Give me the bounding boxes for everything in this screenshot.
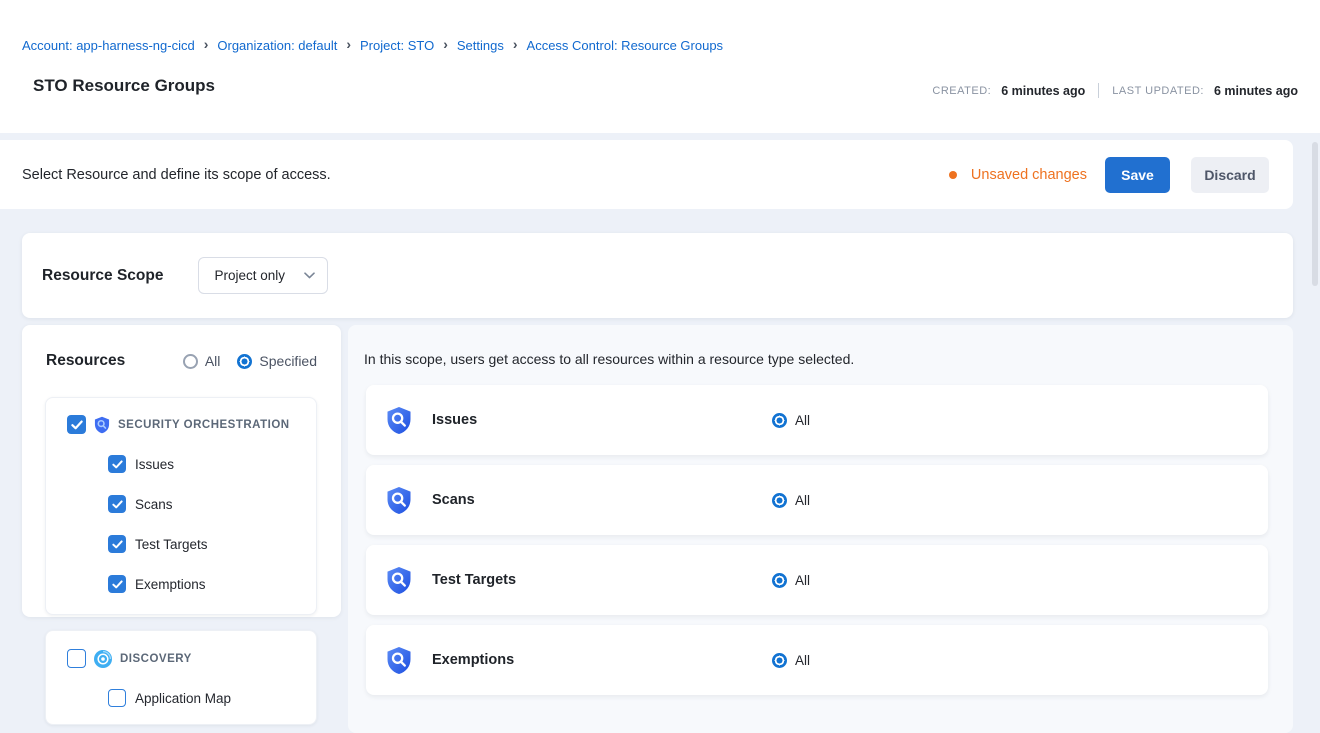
radio-specified-icon[interactable] — [237, 354, 252, 369]
security-orchestration-label: SECURITY ORCHESTRATION — [118, 419, 290, 431]
page-header: Account: app-harness-ng-cicd › Organizat… — [0, 0, 1320, 133]
security-orchestration-checkbox[interactable] — [67, 415, 86, 434]
chevron-right-icon: › — [513, 36, 518, 52]
resource-scope-card: Resource Scope Project only — [22, 233, 1293, 318]
access-card-scans: Scans All — [366, 465, 1268, 535]
last-updated-value: 6 minutes ago — [1214, 84, 1298, 98]
resource-group-security-orchestration: SECURITY ORCHESTRATION Issues Scans Test… — [45, 397, 317, 615]
chevron-right-icon: › — [443, 36, 448, 52]
access-card-exemptions: Exemptions All — [366, 625, 1268, 695]
radio-selected-icon[interactable] — [772, 573, 787, 588]
resource-scope-selected-value: Project only — [214, 268, 285, 283]
issues-label: Issues — [135, 457, 174, 472]
resources-mode-radio-group: All Specified — [183, 353, 317, 369]
scans-checkbox[interactable] — [108, 495, 126, 513]
resource-group-discovery: DISCOVERY Application Map — [45, 630, 317, 725]
created-label: CREATED: — [932, 85, 991, 97]
access-card-test-targets: Test Targets All — [366, 545, 1268, 615]
resource-scope-label: Resource Scope — [42, 267, 163, 285]
breadcrumb-access-control[interactable]: Access Control: Resource Groups — [527, 38, 724, 53]
breadcrumb-organization[interactable]: Organization: default — [217, 38, 337, 53]
access-panel: In this scope, users get access to all r… — [348, 325, 1293, 733]
application-map-label: Application Map — [135, 691, 231, 706]
shield-search-icon — [386, 486, 412, 515]
access-card-label: Issues — [432, 412, 477, 428]
access-all-label: All — [795, 573, 810, 588]
access-card-label: Test Targets — [432, 572, 516, 588]
access-panel-description: In this scope, users get access to all r… — [364, 351, 854, 367]
discovery-label: DISCOVERY — [120, 653, 192, 665]
application-map-checkbox[interactable] — [108, 689, 126, 707]
radio-selected-icon[interactable] — [772, 493, 787, 508]
resource-item-issues: Issues — [108, 455, 174, 473]
vertical-scrollbar[interactable] — [1312, 142, 1318, 286]
unsaved-changes-status: Unsaved changes — [971, 167, 1087, 183]
test-targets-label: Test Targets — [135, 537, 208, 552]
access-card-issues: Issues All — [366, 385, 1268, 455]
resource-item-application-map: Application Map — [108, 689, 231, 707]
breadcrumb-settings[interactable]: Settings — [457, 38, 504, 53]
chevron-right-icon: › — [346, 36, 351, 52]
created-value: 6 minutes ago — [1001, 84, 1085, 98]
scans-label: Scans — [135, 497, 173, 512]
last-updated-label: LAST UPDATED: — [1112, 85, 1204, 97]
unsaved-dot-icon — [949, 171, 957, 179]
radio-selected-icon[interactable] — [772, 413, 787, 428]
action-bar: Select Resource and define its scope of … — [0, 140, 1293, 209]
action-bar-description: Select Resource and define its scope of … — [22, 167, 331, 183]
exemptions-label: Exemptions — [135, 577, 206, 592]
access-card-label: Scans — [432, 492, 475, 508]
radar-icon — [94, 650, 112, 668]
access-radio-all[interactable]: All — [772, 573, 810, 588]
breadcrumb: Account: app-harness-ng-cicd › Organizat… — [22, 37, 723, 53]
resource-item-scans: Scans — [108, 495, 173, 513]
resources-panel: Resources All Specified — [22, 325, 341, 617]
discovery-checkbox[interactable] — [67, 649, 86, 668]
exemptions-checkbox[interactable] — [108, 575, 126, 593]
test-targets-checkbox[interactable] — [108, 535, 126, 553]
radio-option-specified[interactable]: Specified — [237, 353, 317, 369]
action-bar-actions: Unsaved changes Save Discard — [949, 157, 1269, 193]
shield-search-icon — [386, 646, 412, 675]
access-radio-all[interactable]: All — [772, 653, 810, 668]
access-radio-all[interactable]: All — [772, 493, 810, 508]
page-title: STO Resource Groups — [33, 76, 215, 96]
shield-search-icon — [386, 566, 412, 595]
chevron-right-icon: › — [204, 36, 209, 52]
resource-item-exemptions: Exemptions — [108, 575, 206, 593]
radio-all-icon[interactable] — [183, 354, 198, 369]
access-radio-all[interactable]: All — [772, 413, 810, 428]
radio-option-all[interactable]: All — [183, 353, 221, 369]
resources-title: Resources — [46, 352, 125, 370]
shield-search-icon — [386, 406, 412, 435]
resource-scope-select[interactable]: Project only — [198, 257, 328, 294]
radio-selected-icon[interactable] — [772, 653, 787, 668]
chevron-down-icon — [304, 272, 315, 279]
radio-all-label: All — [205, 353, 221, 369]
access-all-label: All — [795, 653, 810, 668]
issues-checkbox[interactable] — [108, 455, 126, 473]
save-button[interactable]: Save — [1105, 157, 1170, 193]
access-card-label: Exemptions — [432, 652, 514, 668]
access-all-label: All — [795, 413, 810, 428]
breadcrumb-account[interactable]: Account: app-harness-ng-cicd — [22, 38, 195, 53]
resource-item-test-targets: Test Targets — [108, 535, 208, 553]
breadcrumb-project[interactable]: Project: STO — [360, 38, 434, 53]
meta-info: CREATED: 6 minutes ago LAST UPDATED: 6 m… — [932, 83, 1298, 98]
discard-button[interactable]: Discard — [1191, 157, 1269, 193]
access-all-label: All — [795, 493, 810, 508]
divider — [1098, 83, 1099, 98]
shield-search-icon — [94, 416, 110, 434]
radio-specified-label: Specified — [259, 353, 317, 369]
